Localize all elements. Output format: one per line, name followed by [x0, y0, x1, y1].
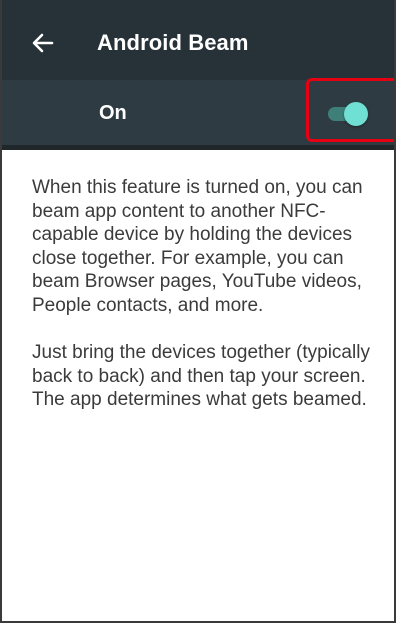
- description-text: When this feature is turned on, you can …: [32, 176, 372, 436]
- description-paragraph-1: When this feature is turned on, you can …: [32, 177, 363, 316]
- title-row: Android Beam: [2, 0, 394, 80]
- switch-label: On: [99, 102, 127, 124]
- android-beam-screen: Android Beam On When this feature is tur…: [0, 0, 396, 623]
- page-title: Android Beam: [97, 30, 249, 55]
- beam-toggle-switch[interactable]: [328, 102, 368, 126]
- description-paragraph-2: Just bring the devices together (typical…: [32, 342, 370, 410]
- arrow-left-icon[interactable]: [30, 30, 56, 56]
- toggle-thumb: [344, 102, 368, 126]
